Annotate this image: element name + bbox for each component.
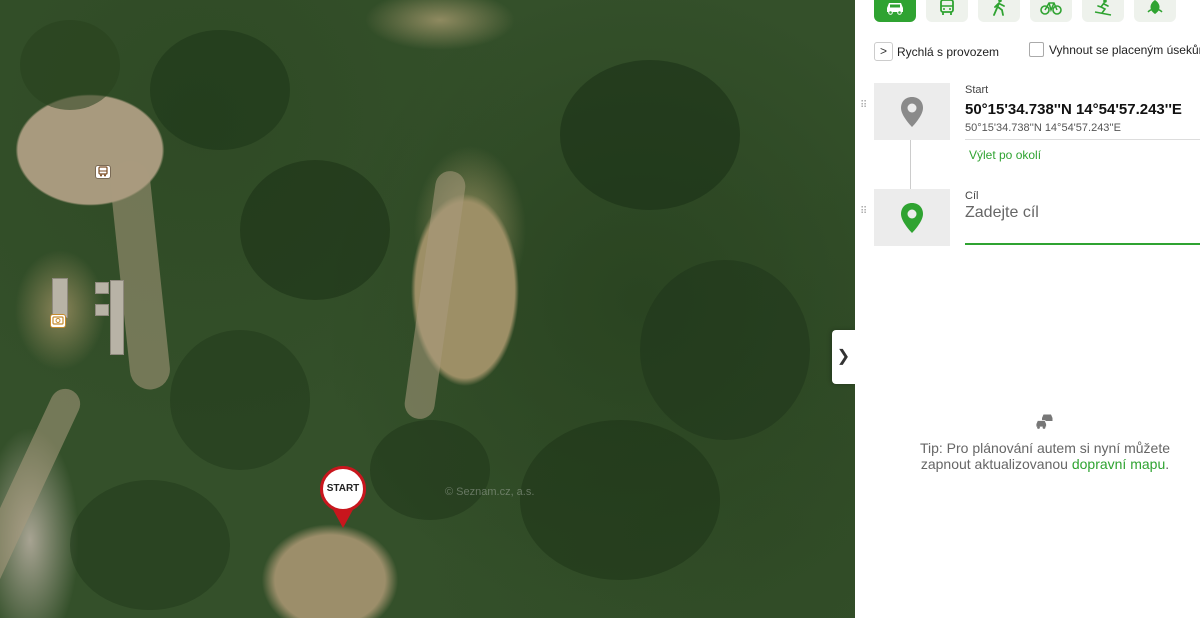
- tree-canopy: [640, 260, 810, 440]
- bicycle-icon: [1040, 2, 1062, 15]
- dirt-track: [0, 383, 86, 597]
- panel-collapse-button[interactable]: ❯: [832, 330, 855, 384]
- mode-walking-button[interactable]: [978, 0, 1020, 22]
- start-marker-label: START: [320, 466, 366, 512]
- building: [95, 304, 109, 316]
- goal-pin-button[interactable]: [874, 189, 950, 246]
- start-coordinates-secondary: 50°15'34.738''N 14°54'57.243''E: [965, 122, 1121, 134]
- map-watermark: © Seznam.cz, a.s.: [445, 486, 535, 498]
- start-coordinates[interactable]: 50°15'34.738''N 14°54'57.243''E: [965, 101, 1182, 118]
- location-pin-icon: [901, 96, 923, 127]
- traffic-cars-icon: [1035, 414, 1053, 429]
- mode-skiing-button[interactable]: [1082, 0, 1124, 22]
- tree-canopy: [520, 420, 720, 580]
- drag-handle-icon[interactable]: ⠿: [860, 207, 868, 222]
- avoid-tolls-checkbox[interactable]: [1029, 42, 1044, 57]
- route-type-toggle[interactable]: > Rychlá s provozem: [874, 42, 999, 61]
- chevron-right-icon: >: [874, 42, 893, 61]
- dirt-track: [108, 158, 172, 392]
- mode-cycling-button[interactable]: [1030, 0, 1072, 22]
- transport-mode-bar: [874, 0, 1176, 22]
- avoid-tolls-label: Vyhnout se placeným úsekům: [1049, 42, 1200, 57]
- bus-stop-icon[interactable]: [95, 165, 111, 179]
- mode-public-transport-button[interactable]: [926, 0, 968, 22]
- start-pin-button[interactable]: [874, 83, 950, 140]
- ski-icon: [1094, 0, 1112, 16]
- bus-icon: [940, 0, 954, 15]
- dirt-track: [402, 169, 468, 421]
- leaf-icon: [1147, 0, 1163, 14]
- building: [110, 280, 124, 355]
- goal-underline: [965, 243, 1200, 245]
- camera-icon-glyph: [52, 316, 64, 325]
- walking-icon: [993, 0, 1005, 16]
- tree-canopy: [70, 480, 230, 610]
- start-underline: [965, 139, 1200, 140]
- tree-canopy: [20, 20, 120, 110]
- tree-canopy: [560, 60, 740, 210]
- building: [52, 278, 68, 318]
- route-options: > Rychlá s provozem Vyhnout se placeným …: [874, 42, 1200, 62]
- route-planner-panel: > Rychlá s provozem Vyhnout se placeným …: [855, 0, 1200, 618]
- goal-input[interactable]: [965, 200, 1200, 226]
- start-marker[interactable]: START: [320, 466, 368, 528]
- camera-icon[interactable]: [50, 314, 66, 328]
- building: [95, 282, 109, 294]
- route-type-label: Rychlá s provozem: [897, 44, 1000, 59]
- traffic-map-link[interactable]: dopravní mapu: [1072, 456, 1165, 472]
- mode-trip-button[interactable]: [1134, 0, 1176, 22]
- satellite-map[interactable]: © Seznam.cz, a.s. START: [0, 0, 855, 618]
- drag-handle-icon[interactable]: ⠿: [860, 101, 868, 116]
- mode-car-button[interactable]: [874, 0, 916, 22]
- tree-canopy: [150, 30, 290, 150]
- tree-canopy: [370, 420, 490, 520]
- nearby-trip-link[interactable]: Výlet po okolí: [969, 148, 1041, 162]
- tip-suffix: .: [1165, 456, 1170, 472]
- tree-canopy: [240, 160, 390, 300]
- location-pin-icon: [901, 202, 923, 233]
- avoid-tolls-option[interactable]: Vyhnout se placeným úsekům: [1029, 42, 1200, 57]
- tree-canopy: [170, 330, 310, 470]
- car-icon: [887, 3, 903, 15]
- waypoint-connector: [910, 140, 911, 189]
- bus-stop-icon-glyph: [98, 166, 108, 177]
- traffic-tip: Tip: Pro plánování autem si nyní můžete …: [895, 412, 1195, 472]
- start-label: Start: [965, 84, 989, 96]
